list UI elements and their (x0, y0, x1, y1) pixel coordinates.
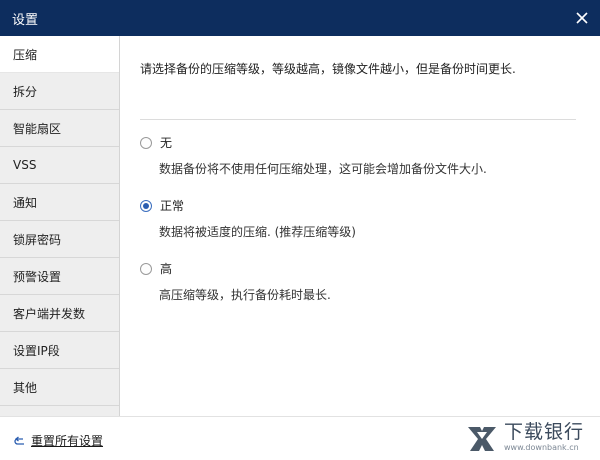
sidebar-item-label: 锁屏密码 (13, 232, 62, 247)
option-description: 数据将被适度的压缩. (推荐压缩等级) (159, 225, 356, 239)
radio-button[interactable] (140, 262, 152, 275)
window-title: 设置 (12, 12, 39, 28)
option-description: 高压缩等级，执行备份耗时最长. (159, 288, 331, 302)
sidebar-item-label: 压缩 (13, 47, 38, 62)
option-none-radio[interactable]: 无 (140, 134, 172, 151)
sidebar-item-smart-sector[interactable]: 智能扇区 (0, 110, 119, 147)
sidebar-item-label: 其他 (13, 380, 38, 395)
sidebar-item-client-concurrency[interactable]: 客户端并发数 (0, 295, 119, 332)
sidebar-item-label: VSS (13, 158, 37, 172)
sidebar-item-vss[interactable]: VSS (0, 147, 119, 184)
sidebar-item-notification[interactable]: 通知 (0, 184, 119, 221)
compression-panel: 请选择备份的压缩等级，等级越高，镜像文件越小，但是备份时间更长. 无 数据备份将… (121, 36, 600, 416)
divider (140, 119, 576, 120)
sidebar-item-label: 智能扇区 (13, 121, 62, 136)
sidebar-item-lock-password[interactable]: 锁屏密码 (0, 221, 119, 258)
sidebar-item-label: 通知 (13, 195, 38, 210)
sidebar-item-compression[interactable]: 压缩 (0, 36, 119, 73)
sidebar-item-label: 拆分 (13, 84, 38, 99)
radio-button-checked[interactable] (140, 199, 152, 212)
option-normal-radio[interactable]: 正常 (140, 197, 184, 214)
option-label: 无 (160, 136, 173, 150)
close-button[interactable] (570, 6, 594, 30)
sidebar-item-label: 设置IP段 (13, 343, 60, 358)
sidebar-item-alert-settings[interactable]: 预警设置 (0, 258, 119, 295)
option-description: 数据备份将不使用任何压缩处理，这可能会增加备份文件大小. (159, 162, 487, 176)
watermark: 下载银行 www.downbank.cn (464, 419, 584, 455)
reset-all-settings-link[interactable]: 重置所有设置 (14, 432, 103, 449)
watermark-url: www.downbank.cn (503, 443, 579, 452)
settings-sidebar: 压缩 拆分 智能扇区 VSS 通知 锁屏密码 预警设置 客户端并发数 设置IP段… (0, 36, 120, 416)
footer: 重置所有设置 下载银行 www.downbank.cn (0, 416, 600, 460)
option-label: 高 (160, 262, 173, 276)
watermark-title: 下载银行 (503, 421, 584, 443)
title-bar: 设置 (0, 0, 600, 36)
sidebar-item-ip-range[interactable]: 设置IP段 (0, 332, 119, 369)
option-high-radio[interactable]: 高 (140, 260, 172, 277)
sidebar-item-label: 客户端并发数 (13, 306, 86, 321)
sidebar-item-other[interactable]: 其他 (0, 369, 119, 406)
option-label: 正常 (160, 199, 185, 213)
compression-description: 请选择备份的压缩等级，等级越高，镜像文件越小，但是备份时间更长. (140, 62, 516, 76)
close-icon (576, 12, 588, 24)
radio-button[interactable] (140, 136, 152, 149)
sidebar-item-label: 预警设置 (13, 269, 62, 284)
sidebar-item-split[interactable]: 拆分 (0, 73, 119, 110)
reset-label: 重置所有设置 (31, 434, 104, 448)
downbank-logo-icon (467, 427, 496, 451)
undo-arrow-icon (14, 435, 24, 445)
